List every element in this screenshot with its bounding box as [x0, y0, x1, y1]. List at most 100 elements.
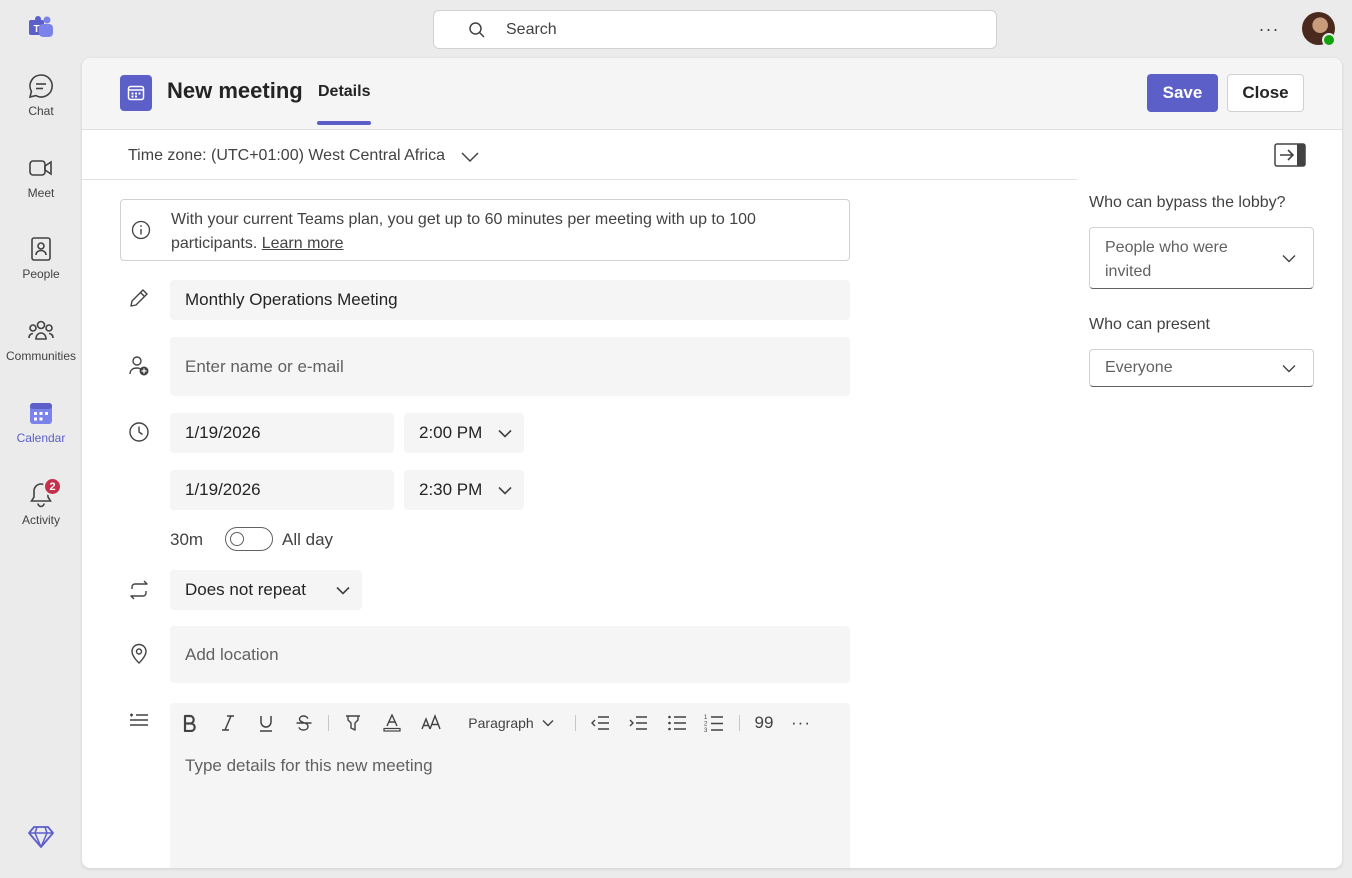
- search-placeholder: Search: [506, 20, 557, 38]
- toolbar-divider: [575, 715, 576, 731]
- italic-icon: [222, 715, 234, 731]
- chevron-down-icon: [461, 152, 479, 163]
- rail-item-chat[interactable]: Chat: [0, 72, 82, 142]
- svg-text:2: 2: [704, 722, 708, 728]
- bullet-list-icon: [668, 715, 686, 731]
- location-input[interactable]: Add location: [170, 626, 850, 683]
- font-color-button[interactable]: [382, 711, 402, 735]
- premium-diamond-icon[interactable]: [27, 822, 55, 850]
- svg-text:3: 3: [704, 728, 708, 733]
- rail-label: Activity: [21, 513, 60, 527]
- svg-text:1: 1: [704, 715, 708, 721]
- rail-label: Communities: [5, 349, 77, 363]
- bold-icon: [183, 714, 196, 732]
- end-time-select[interactable]: 2:30 PM: [404, 470, 524, 510]
- toolbar-divider: [739, 715, 740, 731]
- clock-icon: [129, 422, 149, 442]
- underline-button[interactable]: [256, 711, 276, 735]
- repeat-icon: [130, 580, 148, 600]
- who-can-present-value: Everyone: [1105, 359, 1173, 376]
- who-can-present-label: Who can present: [1089, 316, 1210, 333]
- duration-label: 30m: [170, 530, 204, 549]
- chevron-down-icon: [336, 586, 350, 595]
- more-formatting-button[interactable]: ···: [789, 711, 813, 735]
- video-icon: [29, 160, 52, 176]
- calendar-badge-icon: [120, 75, 152, 111]
- chevron-down-icon: [1282, 365, 1296, 373]
- learn-more-link[interactable]: Learn more: [262, 235, 344, 252]
- rail-item-people[interactable]: People: [0, 235, 82, 305]
- all-day-toggle[interactable]: [225, 527, 273, 551]
- rail-label: Calendar: [16, 431, 66, 445]
- all-day-label: All day: [282, 530, 334, 549]
- paragraph-style-label: Paragraph: [468, 715, 534, 731]
- lobby-bypass-select[interactable]: People who were invited: [1089, 227, 1314, 289]
- teams-logo-icon[interactable]: T: [27, 15, 55, 41]
- toggle-knob: [230, 532, 244, 546]
- tab-details[interactable]: Details: [318, 83, 370, 101]
- rail-item-activity[interactable]: 2 Activity: [0, 477, 82, 551]
- repeat-value: Does not repeat: [185, 580, 306, 599]
- tab-active-indicator: [317, 121, 371, 125]
- end-time-value: 2:30 PM: [419, 480, 483, 499]
- description-placeholder: Type details for this new meeting: [185, 756, 433, 775]
- repeat-select[interactable]: Does not repeat: [170, 570, 362, 610]
- paragraph-style-select[interactable]: Paragraph: [466, 711, 556, 735]
- location-pin-icon: [131, 643, 147, 664]
- communities-icon: [28, 320, 54, 340]
- page-title: New meeting: [167, 78, 303, 103]
- chevron-down-icon: [1282, 255, 1296, 263]
- chevron-down-icon: [498, 486, 512, 495]
- rail-label: People: [22, 267, 60, 281]
- quote-button[interactable]: 99: [752, 711, 776, 735]
- lobby-bypass-value: People who were invited: [1105, 239, 1228, 280]
- search-box[interactable]: Search: [433, 10, 997, 49]
- plan-info-message: With your current Teams plan, you get up…: [171, 211, 756, 252]
- description-editor[interactable]: Paragraph 123 99 ··· Type details for th…: [170, 703, 850, 868]
- font-size-button[interactable]: [420, 711, 442, 735]
- timezone-row[interactable]: Time zone: (UTC+01:00) West Central Afri…: [82, 130, 1077, 180]
- start-date-input[interactable]: 1/19/2026: [170, 413, 394, 453]
- italic-button[interactable]: [218, 711, 238, 735]
- save-button[interactable]: Save: [1147, 74, 1218, 112]
- toolbar-divider: [328, 715, 329, 731]
- rail-item-communities[interactable]: Communities: [0, 317, 82, 387]
- contacts-icon: [31, 237, 51, 261]
- start-time-select[interactable]: 2:00 PM: [404, 413, 524, 453]
- notification-badge: 2: [43, 477, 62, 496]
- title-input[interactable]: Monthly Operations Meeting: [170, 280, 850, 320]
- plan-info-text: With your current Teams plan, you get up…: [171, 208, 841, 256]
- rail-item-meet[interactable]: Meet: [0, 154, 82, 224]
- font-size-icon: [421, 714, 441, 730]
- numbered-list-button[interactable]: 123: [703, 711, 725, 735]
- presence-available-icon: [1322, 33, 1336, 47]
- attendees-input[interactable]: Enter name or e-mail: [170, 337, 850, 396]
- chat-icon: [28, 74, 53, 99]
- rail-label: Chat: [28, 104, 54, 118]
- chevron-down-icon: [542, 720, 554, 727]
- end-date-input[interactable]: 1/19/2026: [170, 470, 394, 510]
- pencil-icon: [130, 289, 148, 307]
- font-color-icon: [383, 714, 401, 732]
- lobby-bypass-label: Who can bypass the lobby?: [1089, 194, 1286, 211]
- bullet-list-button[interactable]: [666, 711, 688, 735]
- decrease-indent-button[interactable]: [589, 711, 611, 735]
- text-description-icon: [130, 713, 148, 726]
- chevron-down-icon: [498, 429, 512, 438]
- increase-indent-button[interactable]: [627, 711, 649, 735]
- rail-item-calendar[interactable]: Calendar: [0, 399, 82, 469]
- strikethrough-button[interactable]: [294, 711, 314, 735]
- form-header: New meeting Details Save Close: [82, 58, 1342, 130]
- highlighter-icon: [346, 715, 360, 731]
- start-time-value: 2:00 PM: [419, 423, 483, 442]
- add-person-icon: [129, 356, 149, 376]
- collapse-pane-icon[interactable]: [1274, 143, 1306, 167]
- plan-info-banner: With your current Teams plan, you get up…: [120, 199, 850, 261]
- who-can-present-select[interactable]: Everyone: [1089, 349, 1314, 387]
- close-button[interactable]: Close: [1227, 74, 1304, 112]
- highlight-button[interactable]: [343, 711, 363, 735]
- bold-button[interactable]: [180, 711, 200, 735]
- calendar-icon: [30, 403, 52, 424]
- numbered-list-icon: 123: [704, 715, 723, 733]
- more-options-button[interactable]: ···: [1256, 18, 1282, 40]
